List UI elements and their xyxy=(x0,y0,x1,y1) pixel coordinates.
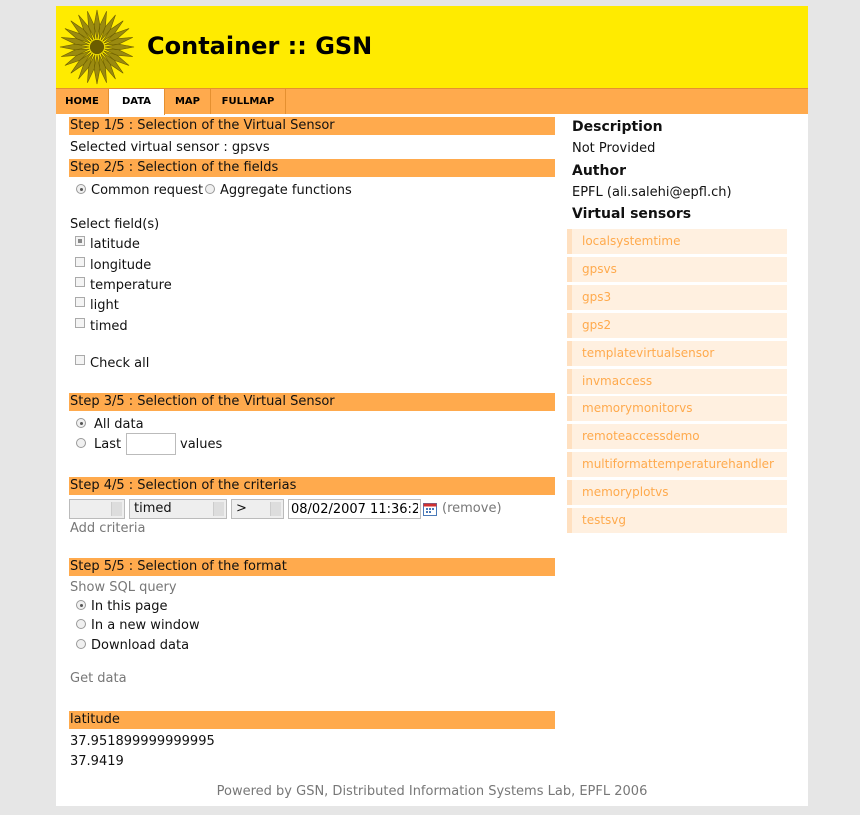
values-label: values xyxy=(180,437,223,452)
result-column-header: latitude xyxy=(69,711,555,729)
criteria-operator-value: > xyxy=(236,501,247,516)
field-checkbox-latitude[interactable] xyxy=(75,236,85,246)
new-window-radio[interactable] xyxy=(76,619,86,629)
sensor-link-gps2[interactable]: gps2 xyxy=(567,313,787,338)
step5-header: Step 5/5 : Selection of the format xyxy=(69,558,555,576)
nav-bar: HOME DATA MAP FULLMAP xyxy=(56,88,808,115)
field-label-longitude: longitude xyxy=(90,258,152,273)
check-all-label: Check all xyxy=(90,356,150,371)
common-request-radio[interactable] xyxy=(76,184,86,194)
author-text: EPFL (ali.salehi@epfl.ch) xyxy=(572,185,732,200)
step3-header: Step 3/5 : Selection of the Virtual Sens… xyxy=(69,393,555,411)
new-window-label: In a new window xyxy=(91,618,200,633)
sensor-link-multiformattemperaturehandler[interactable]: multiformattemperaturehandler xyxy=(567,452,787,477)
sensor-link-testsvg[interactable]: testsvg xyxy=(567,508,787,533)
field-label-latitude: latitude xyxy=(90,237,140,252)
chevron-down-icon xyxy=(111,502,122,516)
criteria-date-input[interactable] xyxy=(288,499,421,519)
field-label-temperature: temperature xyxy=(90,278,172,293)
add-criteria-link[interactable]: Add criteria xyxy=(70,521,145,536)
field-label-light: light xyxy=(90,298,119,313)
download-data-radio[interactable] xyxy=(76,639,86,649)
gsn-sun-logo-icon xyxy=(59,9,135,85)
criteria-field-select[interactable]: timed xyxy=(129,499,227,519)
selected-sensor-text: Selected virtual sensor : gpsvs xyxy=(70,140,270,155)
field-checkbox-light[interactable] xyxy=(75,297,85,307)
result-value: 37.951899999999995 xyxy=(70,734,215,749)
result-value: 37.9419 xyxy=(70,754,124,769)
calendar-icon[interactable] xyxy=(423,502,437,516)
field-checkbox-longitude[interactable] xyxy=(75,257,85,267)
virtual-sensors-heading: Virtual sensors xyxy=(572,206,692,222)
step1-header: Step 1/5 : Selection of the Virtual Sens… xyxy=(69,117,555,135)
sensor-link-memoryplotvs[interactable]: memoryplotvs xyxy=(567,480,787,505)
sensor-link-localsystemtime[interactable]: localsystemtime xyxy=(567,229,787,254)
sensor-link-invmaccess[interactable]: invmaccess xyxy=(567,369,787,394)
common-request-label: Common request xyxy=(91,183,204,198)
sensor-link-templatevirtualsensor[interactable]: templatevirtualsensor xyxy=(567,341,787,366)
tab-map[interactable]: MAP xyxy=(165,89,211,114)
get-data-link[interactable]: Get data xyxy=(70,671,127,686)
aggregate-functions-radio[interactable] xyxy=(205,184,215,194)
sensor-link-memorymonitorvs[interactable]: memorymonitorvs xyxy=(567,396,787,421)
footer: Powered by GSN, Distributed Information … xyxy=(216,784,648,799)
field-checkbox-timed[interactable] xyxy=(75,318,85,328)
tab-data[interactable]: DATA xyxy=(109,89,165,115)
step4-header: Step 4/5 : Selection of the criterias xyxy=(69,477,555,495)
show-sql-link[interactable]: Show SQL query xyxy=(70,580,177,595)
page: Container :: GSN HOME DATA MAP FULLMAP S… xyxy=(56,6,808,806)
tab-fullmap[interactable]: FULLMAP xyxy=(211,89,286,114)
tab-home[interactable]: HOME xyxy=(56,89,109,114)
step2-header: Step 2/5 : Selection of the fields xyxy=(69,159,555,177)
last-values-radio[interactable] xyxy=(76,438,86,448)
header: Container :: GSN xyxy=(56,6,808,88)
aggregate-functions-label: Aggregate functions xyxy=(220,183,352,198)
criteria-operator-select[interactable]: > xyxy=(231,499,284,519)
download-data-label: Download data xyxy=(91,638,190,653)
in-this-page-radio[interactable] xyxy=(76,600,86,610)
chevron-down-icon xyxy=(213,502,224,516)
select-fields-label: Select field(s) xyxy=(70,217,160,232)
chevron-down-icon xyxy=(270,502,281,516)
all-data-radio[interactable] xyxy=(76,418,86,428)
remove-criteria-link[interactable]: (remove) xyxy=(442,501,502,516)
criteria-field-value: timed xyxy=(134,501,172,516)
field-checkbox-temperature[interactable] xyxy=(75,277,85,287)
page-title: Container :: GSN xyxy=(147,32,373,60)
author-heading: Author xyxy=(572,163,626,179)
all-data-label: All data xyxy=(94,417,144,432)
sensor-link-remoteaccessdemo[interactable]: remoteaccessdemo xyxy=(567,424,787,449)
field-label-timed: timed xyxy=(90,319,128,334)
sensor-link-gpsvs[interactable]: gpsvs xyxy=(567,257,787,282)
criteria-join-select[interactable] xyxy=(69,499,125,519)
description-heading: Description xyxy=(572,119,663,135)
last-label: Last xyxy=(94,437,122,452)
description-text: Not Provided xyxy=(572,141,656,156)
check-all-checkbox[interactable] xyxy=(75,355,85,365)
sensor-link-gps3[interactable]: gps3 xyxy=(567,285,787,310)
in-this-page-label: In this page xyxy=(91,599,168,614)
last-values-input[interactable] xyxy=(126,433,176,455)
